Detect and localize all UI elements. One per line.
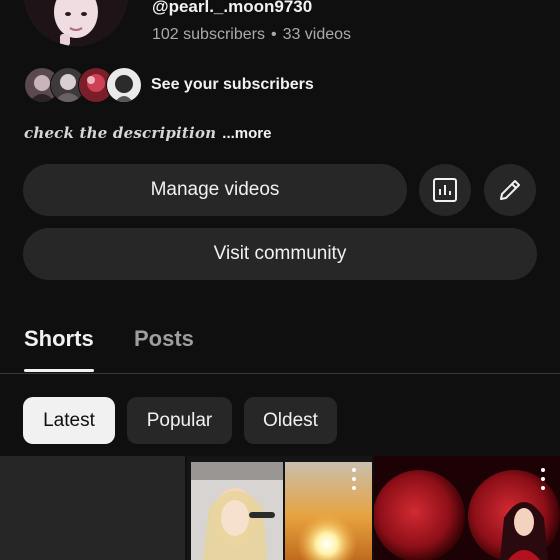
more-vert-icon[interactable] — [538, 468, 548, 490]
visit-community-button[interactable]: Visit community — [23, 228, 537, 280]
filter-chip-popular[interactable]: Popular — [127, 397, 232, 444]
stats-separator: • — [270, 26, 277, 43]
manage-videos-button[interactable]: Manage videos — [23, 164, 407, 216]
dark-placeholder-image — [0, 456, 185, 560]
subscriber-avatar — [106, 67, 142, 103]
tab-divider — [0, 373, 560, 374]
pencil-icon — [500, 180, 520, 200]
edit-channel-button[interactable] — [484, 164, 536, 216]
profile-avatar-image — [24, 0, 128, 46]
tab-shorts[interactable]: Shorts — [24, 326, 94, 352]
red-moon-image — [374, 456, 560, 560]
channel-handle: @pearl._.moon9730 — [152, 0, 313, 16]
subscriber-count: 102 subscribers — [152, 26, 265, 43]
manage-videos-label: Manage videos — [150, 179, 280, 200]
more-vert-icon[interactable] — [349, 468, 359, 490]
channel-avatar[interactable] — [24, 0, 128, 46]
short-thumbnail[interactable] — [187, 456, 372, 560]
short-thumbnail[interactable] — [374, 456, 560, 560]
active-tab-indicator — [24, 369, 94, 372]
singer-sunset-image — [187, 456, 372, 560]
filter-chip-latest[interactable]: Latest — [23, 397, 115, 444]
channel-stats: 102 subscribers • 33 videos — [152, 26, 351, 44]
short-thumbnail[interactable] — [0, 456, 185, 560]
more-link[interactable]: ...more — [222, 125, 271, 142]
shorts-grid — [0, 456, 560, 560]
see-subscribers-link[interactable]: See your subscribers — [151, 76, 314, 94]
visit-community-label: Visit community — [213, 243, 347, 264]
description-text: check the descripition — [24, 124, 217, 142]
tab-posts[interactable]: Posts — [134, 326, 194, 352]
channel-description[interactable]: check the descripition ...more — [24, 124, 271, 142]
subscriber-avatars[interactable] — [24, 67, 142, 103]
video-count: 33 videos — [282, 26, 352, 43]
filter-chip-oldest[interactable]: Oldest — [244, 397, 337, 444]
bar-chart-icon — [433, 178, 457, 202]
analytics-button[interactable] — [419, 164, 471, 216]
